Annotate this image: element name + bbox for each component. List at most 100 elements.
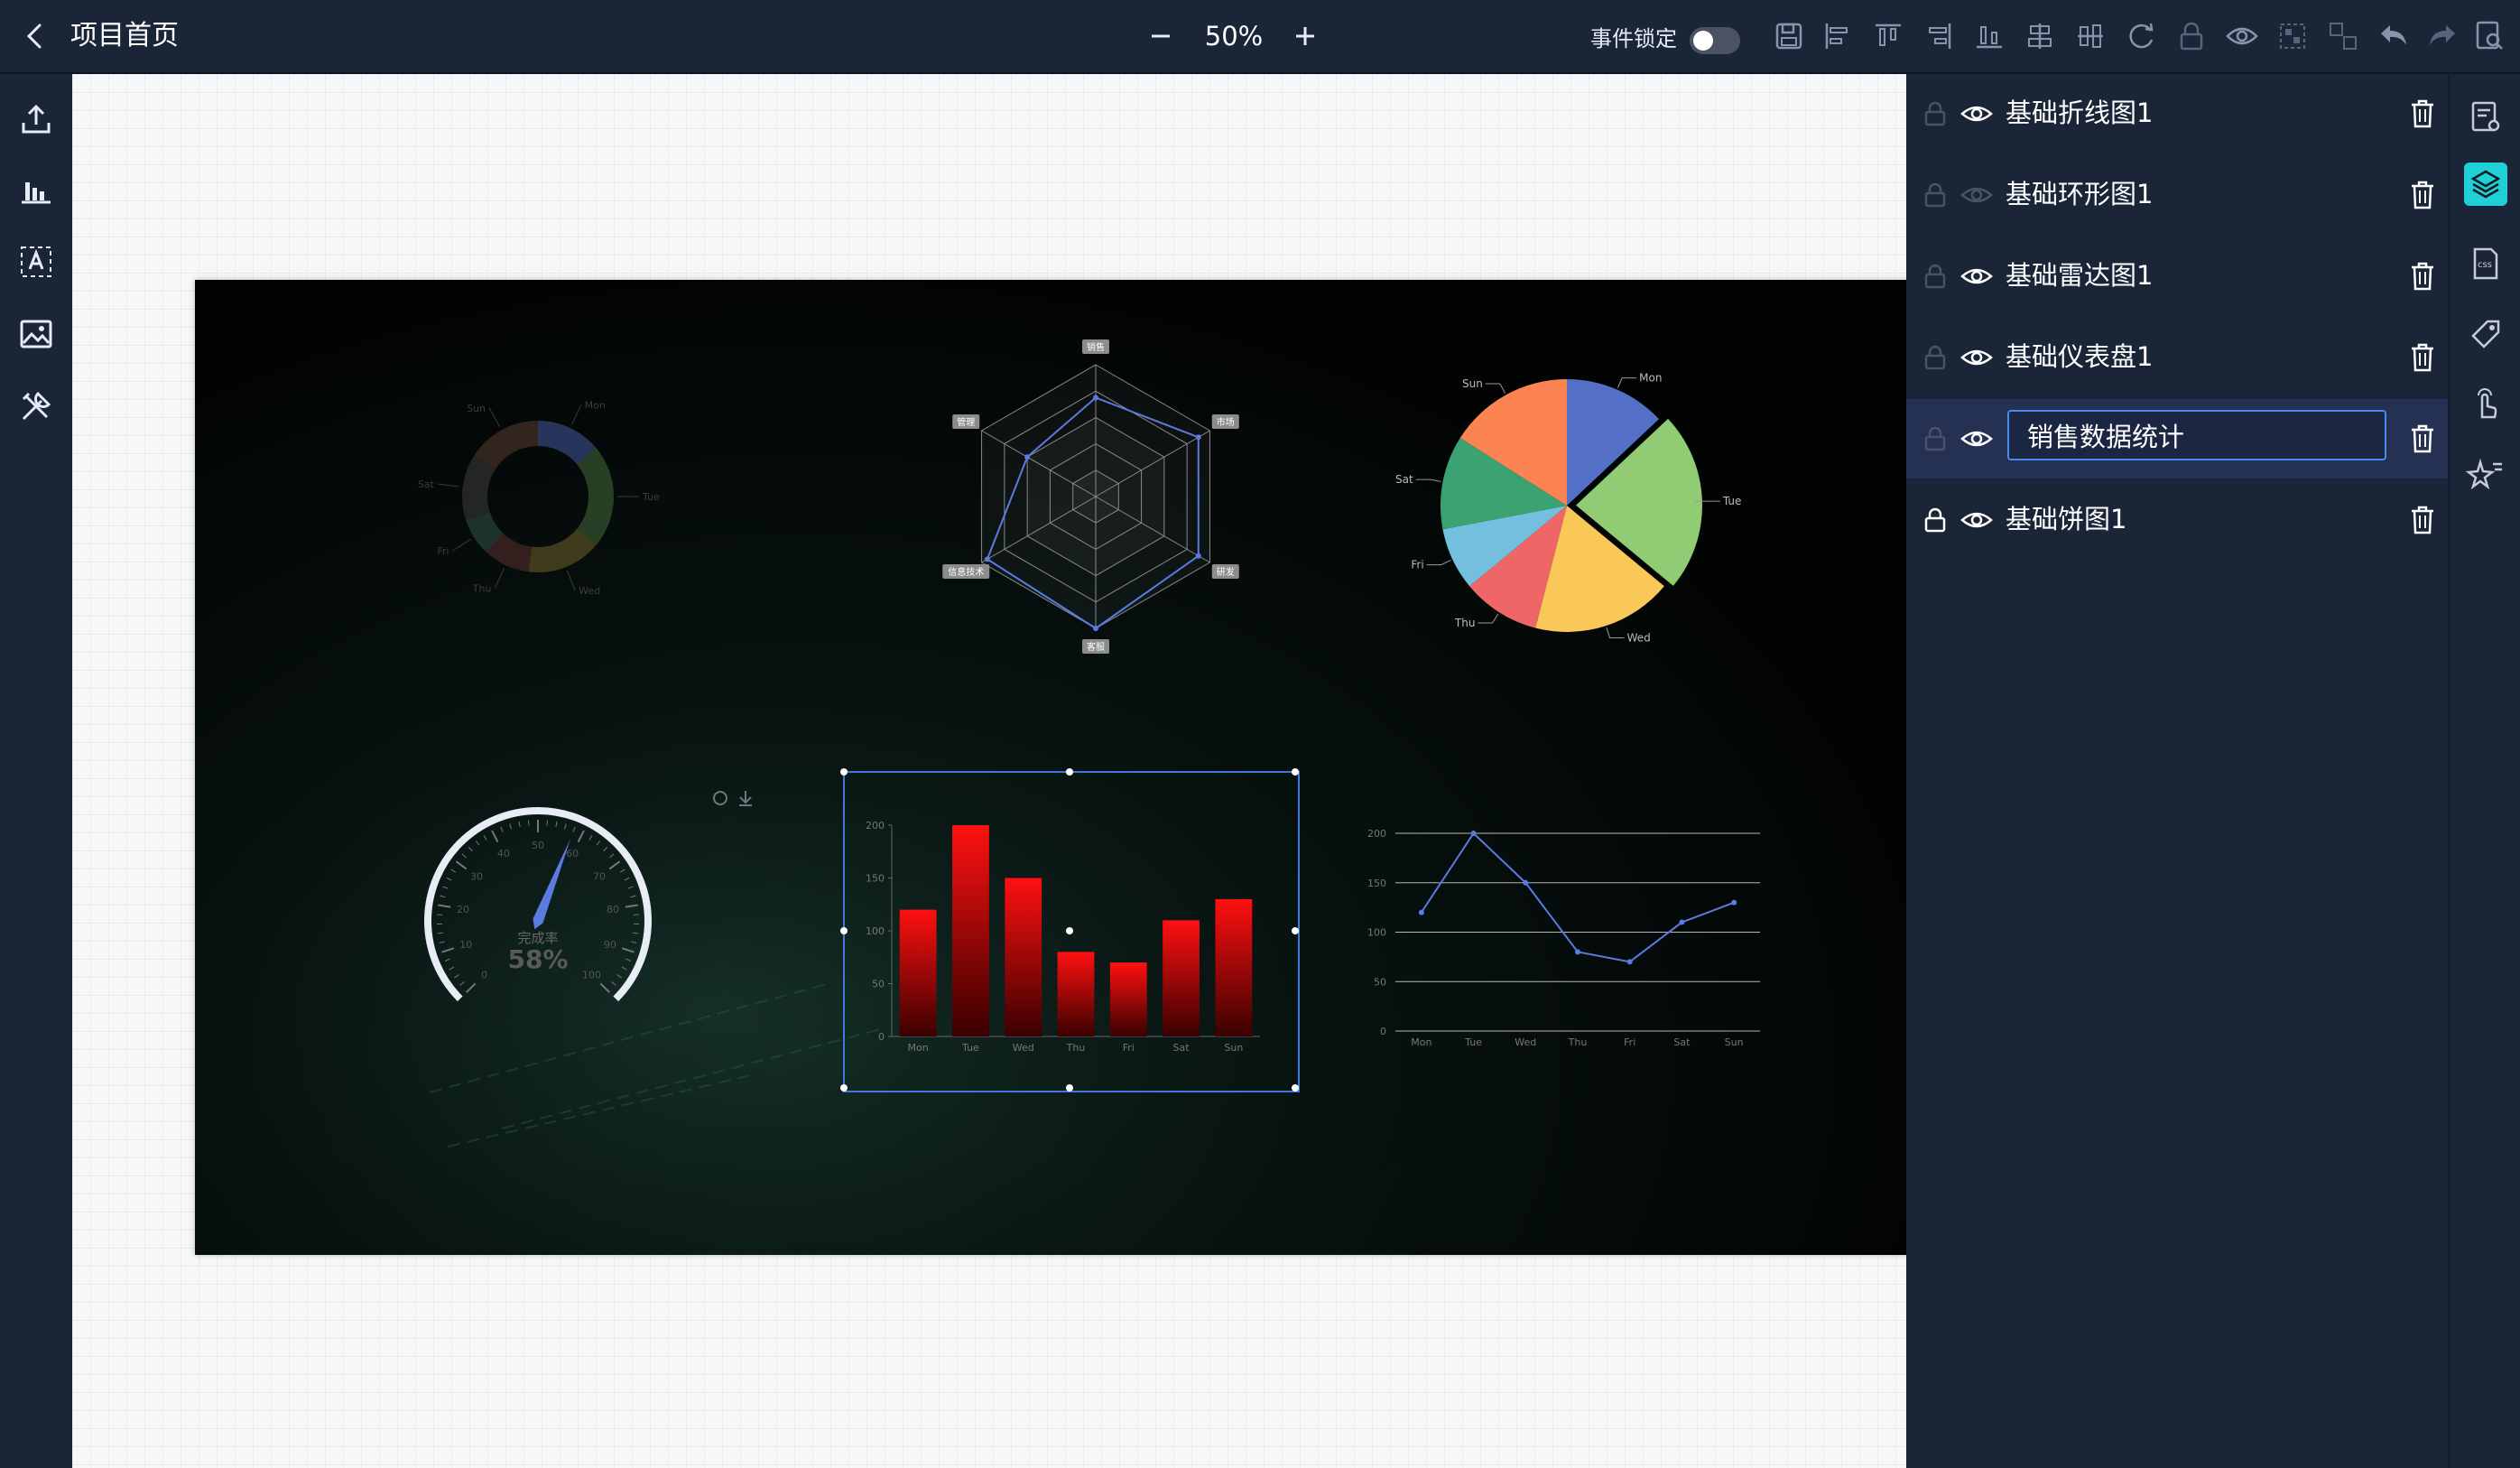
chart-button[interactable] (16, 170, 56, 209)
align-right-button[interactable] (1921, 18, 1957, 54)
layer-item[interactable] (1906, 399, 2448, 478)
tag-button[interactable] (2464, 312, 2507, 356)
x-tick-label: Tue (961, 1042, 979, 1054)
bar-mon[interactable] (899, 909, 937, 1036)
delete-layer-button[interactable] (2408, 341, 2437, 374)
css-button[interactable]: css (2464, 242, 2507, 285)
visibility-toggle[interactable] (1960, 506, 1993, 534)
radar-point[interactable] (1024, 454, 1031, 460)
delete-layer-button[interactable] (2408, 179, 2437, 211)
radar-point[interactable] (1093, 626, 1098, 631)
line-chart[interactable]: 0 50 100 150 200 Mon Tue Wed Thu Fri Sat Sun (1350, 785, 1765, 1047)
layer-item[interactable]: 基础折线图1 (1906, 74, 2448, 153)
donut-chart[interactable]: Mon Tue Wed Thu Fri Sat Sun (357, 370, 737, 623)
event-lock-toggle[interactable] (1690, 27, 1740, 54)
layer-item[interactable]: 基础仪表盘1 (1906, 318, 2448, 397)
preview-button[interactable] (2471, 18, 2507, 54)
distribute-horizontal-button[interactable] (2072, 18, 2108, 54)
donut-slice-tue[interactable] (577, 448, 614, 545)
plus-icon (1296, 27, 1314, 45)
redo-button[interactable] (2424, 18, 2460, 54)
refresh-icon[interactable] (713, 791, 727, 805)
distribute-vertical-button[interactable] (2022, 18, 2058, 54)
lock-button[interactable] (2173, 18, 2210, 54)
layer-item[interactable]: 基础环形图1 (1906, 155, 2448, 235)
pie-chart[interactable]: Mon Tue Wed Thu Fri Sat Sun (1382, 352, 1761, 650)
bar-sat[interactable] (1163, 920, 1200, 1036)
tools-button[interactable] (16, 386, 56, 426)
line-point-tue[interactable] (1470, 831, 1477, 836)
visibility-toggle[interactable] (1960, 424, 1993, 453)
bar-fri[interactable] (1109, 962, 1147, 1036)
radar-point[interactable] (1093, 395, 1098, 401)
layer-name[interactable]: 基础雷达图1 (2006, 256, 2153, 294)
layer-item[interactable]: 基础雷达图1 (1906, 237, 2448, 316)
toggle-knob (1693, 31, 1713, 51)
align-bottom-button[interactable] (1971, 18, 2007, 54)
lock-toggle[interactable] (1921, 181, 1950, 209)
visibility-button[interactable] (2224, 18, 2260, 54)
bar-thu[interactable] (1057, 952, 1095, 1036)
undo-button[interactable] (2376, 18, 2412, 54)
layer-name[interactable]: 基础仪表盘1 (2006, 338, 2153, 376)
lock-toggle[interactable] (1921, 424, 1950, 453)
dashboard-screen[interactable]: Mon Tue Wed Thu Fri Sat Sun 销售 市场 研发 客服 信息技术 管理 Mon… (195, 280, 1928, 1255)
radar-point[interactable] (1195, 434, 1201, 441)
layer-name[interactable]: 基础折线图1 (2006, 94, 2153, 132)
editor-canvas[interactable]: Mon Tue Wed Thu Fri Sat Sun 销售 市场 研发 客服 信息技术 管理 Mon… (72, 74, 1928, 1468)
text-button[interactable] (16, 242, 56, 282)
redo-icon (2430, 25, 2455, 45)
layers-button[interactable] (2464, 163, 2507, 206)
ungroup-button[interactable] (2325, 18, 2361, 54)
line-point-thu[interactable] (1575, 949, 1580, 955)
effects-button[interactable] (2464, 453, 2507, 497)
page-settings-button[interactable] (2464, 96, 2507, 139)
line-point-mon[interactable] (1418, 909, 1424, 915)
radar-chart[interactable]: 销售市场研发客服 信息技术 管理 (906, 321, 1285, 682)
layer-name[interactable]: 基础饼图1 (2006, 500, 2126, 538)
image-button[interactable] (16, 314, 56, 354)
interaction-button[interactable] (2464, 383, 2507, 426)
radar-point[interactable] (1195, 553, 1201, 559)
delete-layer-button[interactable] (2408, 423, 2437, 455)
bar-wed[interactable] (1005, 878, 1042, 1037)
line-series[interactable] (1421, 832, 1735, 963)
download-icon[interactable] (739, 791, 752, 806)
gauge-tick (437, 932, 443, 934)
delete-layer-button[interactable] (2408, 98, 2437, 130)
visibility-toggle[interactable] (1960, 181, 1993, 209)
radar-point[interactable] (984, 556, 990, 562)
bar-sun[interactable] (1215, 898, 1253, 1036)
lock-toggle[interactable] (1921, 506, 1950, 534)
bar-tue[interactable] (952, 825, 989, 1036)
line-point-sun[interactable] (1731, 899, 1737, 906)
group-button[interactable] (2274, 18, 2311, 54)
lock-toggle[interactable] (1921, 343, 1950, 372)
gauge-tick-label: 0 (481, 969, 487, 980)
lock-toggle[interactable] (1921, 99, 1950, 128)
x-tick-label: Wed (1013, 1042, 1034, 1054)
layer-item[interactable]: 基础饼图1 (1906, 480, 2448, 560)
align-top-button[interactable] (1870, 18, 1906, 54)
visibility-toggle[interactable] (1960, 99, 1993, 128)
save-button[interactable] (1771, 18, 1807, 54)
back-button[interactable] (16, 16, 56, 56)
upload-button[interactable] (16, 99, 56, 139)
refresh-button[interactable] (2123, 18, 2159, 54)
delete-layer-button[interactable] (2408, 504, 2437, 536)
visibility-toggle[interactable] (1960, 262, 1993, 291)
layer-name[interactable]: 基础环形图1 (2006, 175, 2153, 213)
line-point-wed[interactable] (1523, 879, 1529, 886)
visibility-toggle[interactable] (1960, 343, 1993, 372)
layer-rename-input[interactable] (2007, 410, 2386, 460)
zoom-out-button[interactable] (1144, 20, 1177, 52)
zoom-in-button[interactable] (1289, 20, 1321, 52)
align-left-button[interactable] (1820, 18, 1856, 54)
trash-icon (2412, 181, 2433, 209)
line-point-fri[interactable] (1626, 959, 1633, 965)
gauge-chart[interactable]: 0102030405060708090100完成率58% (412, 794, 682, 1029)
delete-layer-button[interactable] (2408, 260, 2437, 293)
line-point-sat[interactable] (1679, 919, 1685, 925)
y-tick-label: 150 (1367, 878, 1386, 889)
lock-toggle[interactable] (1921, 262, 1950, 291)
